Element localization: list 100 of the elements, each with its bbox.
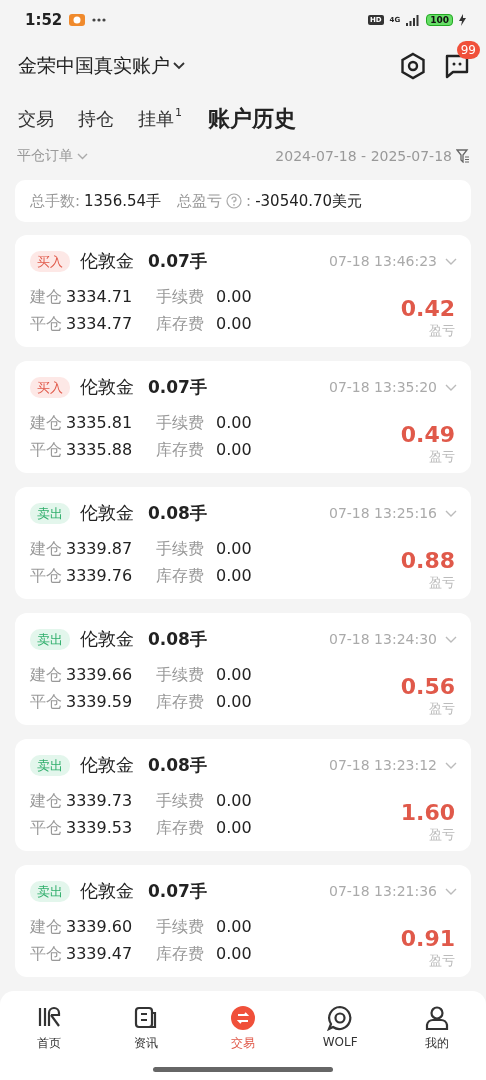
field-label: 平仓	[30, 440, 63, 461]
chat-icon	[327, 1005, 354, 1031]
profit-label: 盈亏	[429, 700, 455, 718]
tab[interactable]: 账户历史	[208, 106, 296, 132]
field-value: 3335.81	[66, 413, 134, 434]
field-value: 0.00	[216, 314, 253, 335]
field-label: 手续费	[156, 917, 205, 938]
tab[interactable]: 持仓	[78, 106, 114, 132]
field-value: 3339.53	[66, 818, 134, 839]
app-logo-icon	[68, 13, 87, 27]
summary-label: :	[246, 192, 252, 210]
summary-value: -30540.70美元	[255, 191, 363, 211]
field-value: 0.00	[216, 665, 253, 686]
filter-icon	[456, 149, 470, 163]
field-label: 库存费	[156, 818, 205, 839]
profit-label: 盈亏	[429, 448, 455, 466]
side-tag: 卖出	[30, 502, 70, 524]
symbol-name: 伦敦金	[80, 375, 134, 399]
nav-item[interactable]: 交易	[194, 1005, 292, 1052]
clock: 1:52	[25, 11, 63, 29]
symbol-name: 伦敦金	[80, 501, 134, 525]
field-value: 0.00	[216, 287, 253, 308]
field-value: 0.00	[216, 917, 253, 938]
field-label: 库存费	[156, 314, 205, 335]
symbol-name: 伦敦金	[80, 249, 134, 273]
tab-count: 1	[175, 106, 182, 119]
nav-item[interactable]: 首页	[0, 1005, 98, 1052]
field-label: 库存费	[156, 440, 205, 461]
side-tag: 卖出	[30, 754, 70, 776]
chevron-down-icon	[445, 887, 457, 895]
charging-icon	[459, 14, 466, 26]
profit-label: 盈亏	[429, 952, 455, 970]
field-value: 3339.87	[66, 539, 134, 560]
profit-label: 盈亏	[429, 322, 455, 340]
symbol-name: 伦敦金	[80, 753, 134, 777]
field-value: 3339.73	[66, 791, 134, 812]
field-value: 0.00	[216, 791, 253, 812]
field-label: 平仓	[30, 566, 63, 587]
field-label: 建仓	[30, 287, 63, 308]
message-icon[interactable]	[444, 53, 470, 79]
account-selector[interactable]: 金荣中国真实账户	[18, 53, 185, 79]
lot-size: 0.07手	[148, 879, 207, 903]
summary-label: 总手数:	[30, 191, 81, 211]
lot-size: 0.07手	[148, 375, 207, 399]
chevron-down-icon	[445, 257, 457, 265]
tab[interactable]: 交易	[18, 106, 54, 132]
field-value: 3339.66	[66, 665, 134, 686]
field-value: 0.00	[216, 692, 253, 713]
field-value: 0.00	[216, 413, 253, 434]
field-label: 建仓	[30, 539, 63, 560]
field-label: 平仓	[30, 314, 63, 335]
signal-icon	[406, 14, 421, 26]
nav-item[interactable]: WOLF	[291, 1005, 389, 1052]
symbol-name: 伦敦金	[80, 879, 134, 903]
profit-label: 盈亏	[429, 826, 455, 844]
person-icon	[424, 1005, 451, 1031]
chevron-down-icon	[445, 509, 457, 517]
chevron-down-icon	[445, 761, 457, 769]
chevron-down-icon	[445, 383, 457, 391]
profit-label: 盈亏	[429, 574, 455, 592]
field-label: 手续费	[156, 665, 205, 686]
lot-size: 0.08手	[148, 627, 207, 651]
news-icon	[132, 1005, 159, 1031]
more-icon	[92, 18, 107, 22]
field-value: 0.00	[216, 818, 253, 839]
tab[interactable]: 挂单$^{1}$	[138, 106, 182, 132]
field-value: 0.00	[216, 539, 253, 560]
summary-label: 总盈亏	[177, 191, 223, 211]
side-tag: 卖出	[30, 880, 70, 902]
field-label: 建仓	[30, 917, 63, 938]
lot-size: 0.08手	[148, 753, 207, 777]
field-value: 0.00	[216, 566, 253, 587]
lot-size: 0.08手	[148, 501, 207, 525]
chevron-down-icon	[77, 152, 88, 160]
field-label: 手续费	[156, 413, 205, 434]
field-label: 建仓	[30, 791, 63, 812]
field-value: 0.00	[216, 440, 253, 461]
field-label: 平仓	[30, 944, 63, 965]
side-tag: 买入	[30, 376, 70, 398]
field-label: 手续费	[156, 287, 205, 308]
field-value: 3339.60	[66, 917, 134, 938]
field-label: 库存费	[156, 692, 205, 713]
symbol-name: 伦敦金	[80, 627, 134, 651]
field-label: 手续费	[156, 791, 205, 812]
field-value: 3334.71	[66, 287, 134, 308]
nav-item[interactable]: 资讯	[97, 1005, 195, 1052]
field-label: 平仓	[30, 818, 63, 839]
profit-value: 0.42	[400, 296, 455, 322]
nav-item[interactable]: 我的	[388, 1005, 486, 1052]
field-value: 3339.59	[66, 692, 134, 713]
field-label: 库存费	[156, 566, 205, 587]
settings-icon[interactable]	[400, 52, 426, 80]
notification-badge: 99	[456, 41, 480, 59]
field-label: 手续费	[156, 539, 205, 560]
profit-value: 0.88	[400, 548, 455, 574]
side-tag: 买入	[30, 250, 70, 272]
profit-value: 0.91	[400, 926, 455, 952]
profit-value: 0.56	[400, 674, 455, 700]
field-value: 3334.77	[66, 314, 134, 335]
summary-value: 1356.54手	[84, 191, 162, 211]
